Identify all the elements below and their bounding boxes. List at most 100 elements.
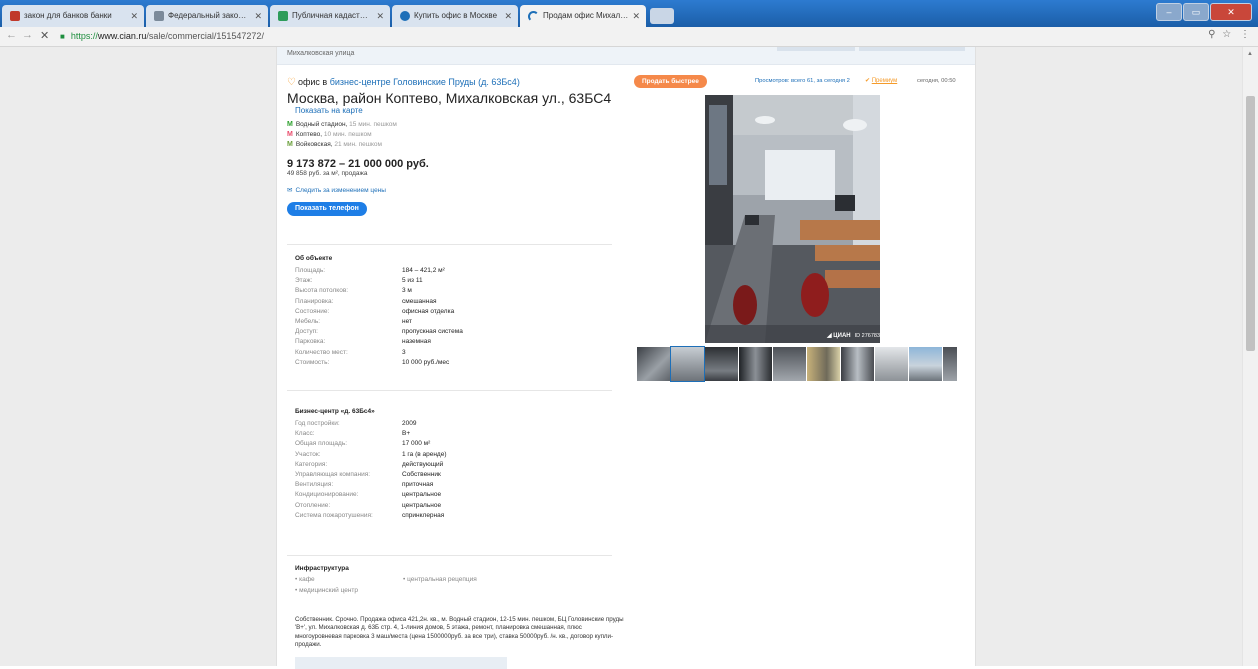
- browser-toolbar: ← → ✕ ■ https://www.cian.ru/sale/commerci…: [0, 27, 1258, 47]
- premium-icon: ✔: [865, 78, 871, 84]
- metro-icon: M: [287, 121, 293, 128]
- back-arrow-icon[interactable]: ←: [6, 29, 17, 41]
- about-row: Этаж: 5 из 11: [295, 277, 423, 285]
- breadcrumb[interactable]: Михалковская улица: [287, 50, 354, 57]
- divider: [287, 390, 612, 391]
- browser-tab[interactable]: закон для банков банки ✕: [2, 5, 144, 27]
- scroll-up-arrow-icon[interactable]: ▲: [1247, 51, 1253, 57]
- scrollbar-thumb[interactable]: [1246, 96, 1255, 351]
- metro-icon: M: [287, 141, 293, 148]
- show-phone-button[interactable]: Показать телефон: [287, 202, 367, 216]
- about-row: Доступ: пропускная система: [295, 328, 463, 336]
- tab-favicon-icon: [278, 11, 288, 21]
- bc-row: Класс: B+: [295, 430, 411, 438]
- zoom-icon[interactable]: ⚲: [1208, 29, 1215, 40]
- browser-tab-bar: закон для банков банки ✕ Федеральный зако…: [0, 0, 1258, 27]
- close-window-icon[interactable]: ✕: [1210, 3, 1252, 21]
- metro-item[interactable]: M Войковская, 21 мин. пешком: [287, 140, 627, 150]
- maximize-icon[interactable]: ▭: [1183, 3, 1209, 21]
- infrastructure-list: • кафе • центральная рецепция • медицинс…: [295, 576, 595, 600]
- tab-close-icon[interactable]: ✕: [376, 5, 384, 27]
- description: Собственник. Срочно. Продажа офиса 421,2…: [295, 616, 624, 649]
- browser-tab[interactable]: Публичная кадастровая✕: [270, 5, 390, 27]
- business-center-link[interactable]: бизнес-центре Головинские Пруды (д. 63Бс…: [330, 77, 520, 87]
- photo-thumbnail[interactable]: [773, 347, 806, 381]
- list-item: • центральная рецепция: [403, 576, 477, 583]
- metro-item[interactable]: M Водный стадион, 15 мин. пешком: [287, 120, 627, 130]
- favorite-heart-icon[interactable]: ♡: [287, 77, 296, 88]
- about-row: Планировка: смешанная: [295, 297, 437, 305]
- new-tab-button[interactable]: [650, 8, 674, 24]
- about-row: Состояние: офисная отделка: [295, 307, 455, 315]
- breadcrumb-strip: Михалковская улица: [277, 47, 975, 65]
- browser-tab-active[interactable]: Продам офис Михалков ✕: [520, 5, 646, 27]
- bc-row: Вентиляция: приточная: [295, 481, 434, 489]
- metro-item[interactable]: M Коптево, 10 мин. пешком: [287, 130, 627, 140]
- photo-thumbnail[interactable]: [807, 347, 840, 381]
- sell-faster-button[interactable]: Продать быстрее: [634, 75, 707, 88]
- address-bar[interactable]: ■ https://www.cian.ru/sale/commercial/151…: [60, 29, 264, 44]
- about-row: Высота потолков: 3 м: [295, 287, 412, 295]
- envelope-icon: ✉: [287, 187, 293, 194]
- bc-row: Управляющая компания: Собственник: [295, 470, 441, 478]
- toolbar-actions: ⚲ ☆ ⋮: [1208, 29, 1250, 40]
- menu-kebab-icon[interactable]: ⋮: [1240, 29, 1250, 40]
- photo-thumbnail[interactable]: [875, 347, 908, 381]
- about-row: Стоимость: 10 000 руб./мес: [295, 358, 450, 366]
- metro-list: M Водный стадион, 15 мин. пешком M Коптево…: [287, 120, 627, 150]
- photo-thumbnail[interactable]: [841, 347, 874, 381]
- bookmark-star-icon[interactable]: ☆: [1222, 29, 1231, 40]
- publish-date: сегодня, 00:50: [917, 78, 956, 84]
- photo-thumbnail[interactable]: [637, 347, 670, 381]
- office-photo-image: [705, 95, 880, 343]
- address-title: Москва, район Коптево, Михалковская ул.,…: [287, 90, 612, 106]
- tab-close-icon[interactable]: ✕: [130, 5, 138, 27]
- price: 9 173 872 – 21 000 000 руб.: [287, 158, 429, 170]
- section-title-business-center: Бизнес-центр «д. 63Бс4»: [295, 408, 375, 415]
- divider: [287, 555, 612, 556]
- section-title-about: Об объекте: [295, 255, 333, 262]
- about-row: Парковка: наземная: [295, 338, 431, 346]
- divider: [287, 244, 612, 245]
- tab-close-icon[interactable]: ✕: [504, 5, 512, 27]
- follow-price-link[interactable]: ✉ Следить за изменением цены: [287, 186, 627, 194]
- about-row: Площадь: 184 – 421,2 м²: [295, 267, 445, 274]
- bc-row: Год постройки: 2009: [295, 420, 417, 427]
- page-background: Михалковская улица ♡ офис в бизнес-центре…: [0, 47, 1258, 669]
- minimize-icon[interactable]: ‒: [1156, 3, 1182, 21]
- browser-tab[interactable]: Купить офис в Москве ✕: [392, 5, 518, 27]
- about-row: Мебель: нет: [295, 317, 412, 325]
- listing-card: Михалковская улица ♡ офис в бизнес-центре…: [276, 47, 976, 669]
- list-item: • кафе: [295, 576, 315, 583]
- premium-badge[interactable]: ✔ Премиум: [865, 77, 897, 84]
- photo-thumbnail[interactable]: [705, 347, 738, 381]
- browser-tab[interactable]: Федеральный закон "О ✕: [146, 5, 268, 27]
- thumbnail-strip: [637, 346, 957, 382]
- photo-thumbnail[interactable]: [943, 347, 957, 381]
- business-center-table: Год постройки: 2009 Класс: B+ Общая площад…: [295, 419, 595, 521]
- tab-favicon-icon: [400, 11, 410, 21]
- listing-summary: ♡ офис в бизнес-центре Головинские Пруды …: [287, 77, 627, 216]
- top-tab-bar: [777, 47, 855, 51]
- show-on-map-link[interactable]: Показать на карте: [295, 106, 627, 115]
- tab-close-icon[interactable]: ✕: [254, 5, 262, 27]
- tab-close-icon[interactable]: ✕: [632, 5, 640, 27]
- bc-row: Категория: действующий: [295, 460, 444, 468]
- tab-favicon-icon: [10, 11, 20, 21]
- list-item: • медицинский центр: [295, 587, 359, 594]
- stop-loading-icon[interactable]: ✕: [40, 29, 49, 42]
- bc-row: Общая площадь: 17 000 м²: [295, 440, 431, 448]
- page-scrollbar[interactable]: ▲: [1242, 47, 1258, 666]
- forward-arrow-icon[interactable]: →: [22, 29, 33, 41]
- photo-thumbnail[interactable]: [670, 346, 705, 382]
- metro-icon: M: [287, 131, 293, 138]
- main-photo[interactable]: ◢ ЦИАН ID 276783: [705, 95, 880, 343]
- section-title-infrastructure: Инфраструктура: [295, 565, 349, 572]
- window-controls: ‒ ▭ ✕: [1155, 2, 1252, 21]
- bc-row: Система пожаротушения: спринклерная: [295, 511, 445, 519]
- listing-heading: ♡ офис в бизнес-центре Головинские Пруды …: [287, 77, 520, 88]
- photo-thumbnail[interactable]: [909, 347, 942, 381]
- views-counter[interactable]: Просмотров: всего 61, за сегодня 2: [755, 78, 850, 84]
- about-table: Площадь: 184 – 421,2 м² Этаж: 5 из 11 Высо…: [295, 266, 595, 368]
- photo-thumbnail[interactable]: [739, 347, 772, 381]
